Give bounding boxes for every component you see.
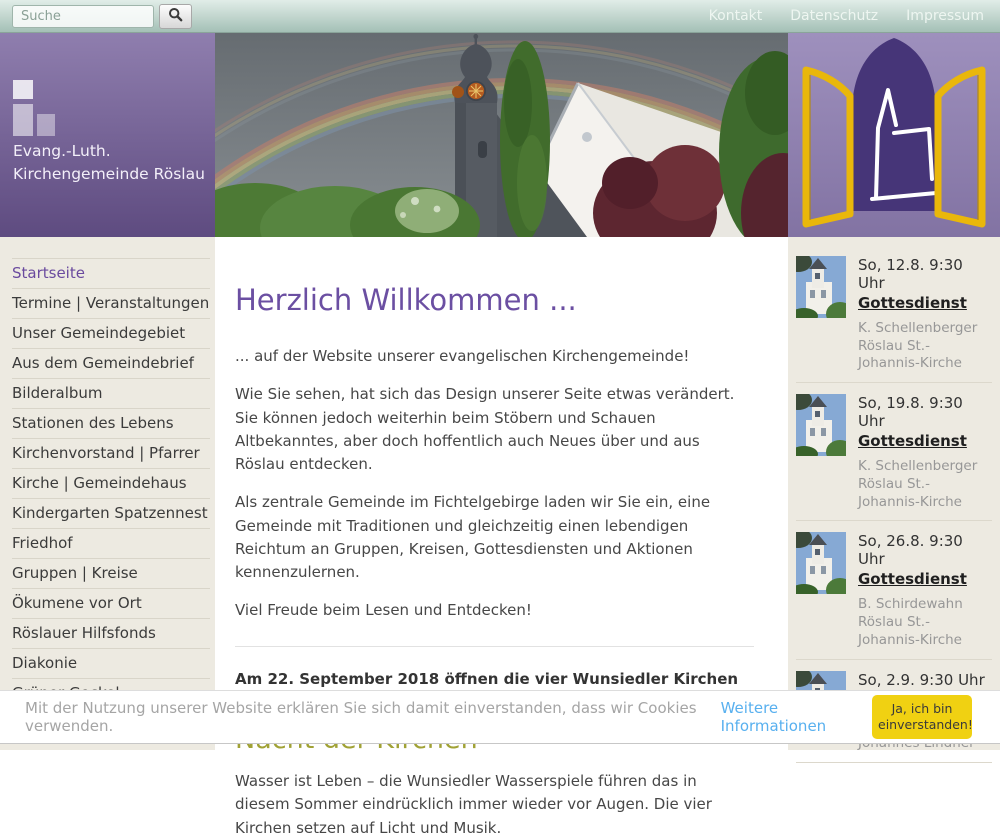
sidebar-nav: Startseite Termine | Veranstaltungen Uns… <box>0 237 215 750</box>
search-button[interactable] <box>159 4 192 29</box>
service-info: So, 26.8. 9:30 Uhr Gottesdienst B. Schir… <box>858 532 992 649</box>
service-pastor: B. Schirdewahn <box>858 596 992 614</box>
services-sidebar: So, 12.8. 9:30 Uhr Gottesdienst K. Schel… <box>788 237 1000 750</box>
sidebar-item-label[interactable]: Gruppen | Kreise <box>12 559 210 588</box>
service-date: So, 2.9. 9:30 Uhr <box>858 671 992 689</box>
church-thumbnail-icon <box>796 256 846 373</box>
sidebar-item-kirchenvorstand[interactable]: Kirchenvorstand | Pfarrer <box>12 439 210 469</box>
intro-paragraph: ... auf der Website unserer evangelische… <box>235 345 754 368</box>
sidebar-item-label[interactable]: Kindergarten Spatzennest <box>12 499 210 528</box>
main-content: Herzlich Willkommen ... ... auf der Webs… <box>215 237 788 750</box>
sidebar-item-label[interactable]: Aus dem Gemeindebrief <box>12 349 210 378</box>
service-link[interactable]: Gottesdienst <box>858 432 967 451</box>
service-date: So, 26.8. 9:30 Uhr <box>858 532 992 568</box>
sidebar-item-label[interactable]: Röslauer Hilfsfonds <box>12 619 210 648</box>
sidebar-item-gemeindegebiet[interactable]: Unser Gemeindegebiet <box>12 319 210 349</box>
open-door-window-icon <box>788 33 1000 237</box>
sidebar-item-kirche-gemeindehaus[interactable]: Kirche | Gemeindehaus <box>12 469 210 499</box>
top-bar: Kontakt Datenschutz Impressum <box>0 0 1000 33</box>
service-item: So, 26.8. 9:30 Uhr Gottesdienst B. Schir… <box>796 521 992 659</box>
topbar-links: Kontakt Datenschutz Impressum <box>709 8 988 24</box>
service-item: So, 12.8. 9:30 Uhr Gottesdienst K. Schel… <box>796 245 992 383</box>
sidebar-item-label[interactable]: Startseite <box>12 259 210 288</box>
sidebar-item-friedhof[interactable]: Friedhof <box>12 529 210 559</box>
site-title-line2: Kirchengemeinde Röslau <box>13 163 205 186</box>
site-title-line1: Evang.-Luth. <box>13 140 205 163</box>
site-brand[interactable]: Evang.-Luth. Kirchengemeinde Röslau <box>0 33 215 237</box>
sidebar-item-gemeindebrief[interactable]: Aus dem Gemeindebrief <box>12 349 210 379</box>
design-paragraph: Wie Sie sehen, hat sich das Design unser… <box>235 383 754 476</box>
sidebar-item-kindergarten[interactable]: Kindergarten Spatzennest <box>12 499 210 529</box>
cookie-accept-button[interactable]: Ja, ich bin einverstanden! <box>872 695 972 740</box>
cookie-banner: Mit der Nutzung unserer Website erklären… <box>0 690 1000 744</box>
service-date: So, 12.8. 9:30 Uhr <box>858 256 992 292</box>
sidebar-item-label[interactable]: Diakonie <box>12 649 210 678</box>
service-pastor: K. Schellenberger <box>858 458 992 476</box>
service-location: Röslau St.-Johannis-Kirche <box>858 476 992 512</box>
sidebar-item-label[interactable]: Unser Gemeindegebiet <box>12 319 210 348</box>
header: Evang.-Luth. Kirchengemeinde Röslau <box>0 33 1000 237</box>
sidebar-item-label[interactable]: Termine | Veranstaltungen <box>12 289 210 318</box>
site-title: Evang.-Luth. Kirchengemeinde Röslau <box>13 140 205 186</box>
service-location: Röslau St.-Johannis-Kirche <box>858 338 992 374</box>
sidebar-item-hilfsfonds[interactable]: Röslauer Hilfsfonds <box>12 619 210 649</box>
church-thumbnail-icon <box>796 532 846 649</box>
freude-paragraph: Viel Freude beim Lesen und Entdecken! <box>235 599 754 622</box>
page-title: Herzlich Willkommen ... <box>235 283 754 317</box>
service-link[interactable]: Gottesdienst <box>858 570 967 589</box>
sidebar-item-label[interactable]: Ökumene vor Ort <box>12 589 210 618</box>
service-location: Röslau St.-Johannis-Kirche <box>858 614 992 650</box>
sidebar-item-stationen[interactable]: Stationen des Lebens <box>12 409 210 439</box>
search-input[interactable] <box>12 5 154 28</box>
service-pastor: K. Schellenberger <box>858 320 992 338</box>
link-impressum[interactable]: Impressum <box>906 8 984 24</box>
sidebar-item-oekumene[interactable]: Ökumene vor Ort <box>12 589 210 619</box>
event-text: Wasser ist Leben – die Wunsiedler Wasser… <box>235 770 754 840</box>
sidebar-item-termine[interactable]: Termine | Veranstaltungen <box>12 289 210 319</box>
gemeinde-paragraph: Als zentrale Gemeinde im Fichtelgebirge … <box>235 491 754 584</box>
link-datenschutz[interactable]: Datenschutz <box>790 8 878 24</box>
link-kontakt[interactable]: Kontakt <box>709 8 763 24</box>
header-photo-church-rainbow <box>215 33 788 237</box>
service-info: So, 12.8. 9:30 Uhr Gottesdienst K. Schel… <box>858 256 992 373</box>
sidebar-menu: Startseite Termine | Veranstaltungen Uns… <box>12 258 210 709</box>
sidebar-item-diakonie[interactable]: Diakonie <box>12 649 210 679</box>
sidebar-item-label[interactable]: Bilderalbum <box>12 379 210 408</box>
service-item: So, 19.8. 9:30 Uhr Gottesdienst K. Schel… <box>796 383 992 521</box>
sidebar-item-label[interactable]: Stationen des Lebens <box>12 409 210 438</box>
cookie-message: Mit der Nutzung unserer Website erklären… <box>25 699 715 735</box>
brand-logo-icon <box>13 44 73 140</box>
church-thumbnail-icon <box>796 394 846 511</box>
sidebar-item-gruppen[interactable]: Gruppen | Kreise <box>12 559 210 589</box>
sidebar-item-startseite[interactable]: Startseite <box>12 259 210 289</box>
page-body: Startseite Termine | Veranstaltungen Uns… <box>0 237 1000 750</box>
service-link[interactable]: Gottesdienst <box>858 294 967 313</box>
service-date: So, 19.8. 9:30 Uhr <box>858 394 992 430</box>
sidebar-item-bilderalbum[interactable]: Bilderalbum <box>12 379 210 409</box>
sidebar-item-label[interactable]: Kirche | Gemeindehaus <box>12 469 210 498</box>
sidebar-item-label[interactable]: Kirchenvorstand | Pfarrer <box>12 439 210 468</box>
cookie-info-link[interactable]: Weitere Informationen <box>721 699 872 735</box>
sidebar-item-label[interactable]: Friedhof <box>12 529 210 558</box>
content-divider <box>235 646 754 647</box>
search-icon <box>168 7 183 25</box>
service-info: So, 19.8. 9:30 Uhr Gottesdienst K. Schel… <box>858 394 992 511</box>
church-door-logo <box>788 33 1000 237</box>
